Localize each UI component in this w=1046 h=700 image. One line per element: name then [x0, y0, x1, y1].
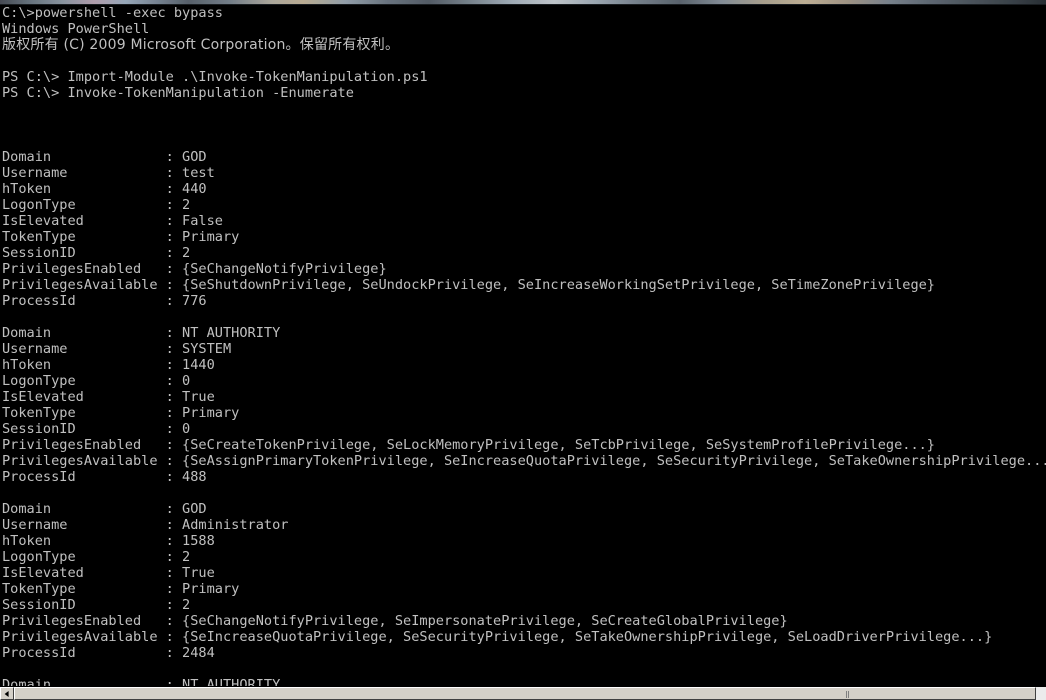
console-line: LogonType : 2 [2, 549, 191, 565]
console-line: hToken : 1588 [2, 533, 215, 549]
console-line: PS C:\> Import-Module .\Invoke-TokenMani… [2, 69, 428, 85]
console-line: PrivilegesAvailable : {SeAssignPrimaryTo… [2, 453, 1046, 469]
scrollbar-track[interactable] [14, 687, 1046, 700]
console-line: Username : test [2, 165, 215, 181]
console-line: hToken : 1440 [2, 357, 215, 373]
console-line: PrivilegesAvailable : {SeShutdownPrivile… [2, 277, 935, 293]
console-line: SessionID : 2 [2, 245, 191, 261]
console-line: PrivilegesEnabled : {SeCreateTokenPrivil… [2, 437, 935, 453]
scroll-left-arrow-icon[interactable] [0, 687, 14, 700]
console-line: PS C:\> Invoke-TokenManipulation -Enumer… [2, 85, 354, 101]
scrollbar-grip-icon [846, 691, 851, 698]
console-line: Domain : NT AUTHORITY [2, 677, 281, 686]
triangle-left-icon [4, 690, 9, 697]
scrollbar-thumb[interactable] [14, 687, 1036, 700]
console-line: SessionID : 0 [2, 421, 191, 437]
console-line: hToken : 440 [2, 181, 207, 197]
console-line-list: C:\>powershell -exec bypass Windows Power… [2, 5, 1046, 686]
console-line: C:\>powershell -exec bypass [2, 5, 223, 21]
horizontal-scrollbar[interactable] [0, 686, 1046, 700]
console-line: Windows PowerShell [2, 21, 150, 37]
console-line: LogonType : 0 [2, 373, 191, 389]
console-line: 版权所有 (C) 2009 Microsoft Corporation。保留所有… [2, 37, 400, 53]
console-line: PrivilegesAvailable : {SeIncreaseQuotaPr… [2, 629, 993, 645]
console-line: ProcessId : 488 [2, 469, 207, 485]
console-line: IsElevated : False [2, 213, 223, 229]
console-line: TokenType : Primary [2, 405, 240, 421]
console-line: IsElevated : True [2, 389, 215, 405]
console-line: Username : SYSTEM [2, 341, 232, 357]
console-line: SessionID : 2 [2, 597, 191, 613]
console-line: PrivilegesEnabled : {SeChangeNotifyPrivi… [2, 261, 387, 277]
console-line: Domain : GOD [2, 149, 207, 165]
powershell-window: C:\>powershell -exec bypass Windows Power… [0, 0, 1046, 700]
console-line: TokenType : Primary [2, 229, 240, 245]
console-line: Username : Administrator [2, 517, 289, 533]
console-line: PrivilegesEnabled : {SeChangeNotifyPrivi… [2, 613, 788, 629]
console-line: LogonType : 2 [2, 197, 191, 213]
console-line: ProcessId : 2484 [2, 645, 215, 661]
console-line: Domain : GOD [2, 501, 207, 517]
console-line: Domain : NT AUTHORITY [2, 325, 281, 341]
console-line: IsElevated : True [2, 565, 215, 581]
console-output-area[interactable]: C:\>powershell -exec bypass Windows Power… [0, 5, 1046, 686]
console-line: TokenType : Primary [2, 581, 240, 597]
console-line: ProcessId : 776 [2, 293, 207, 309]
